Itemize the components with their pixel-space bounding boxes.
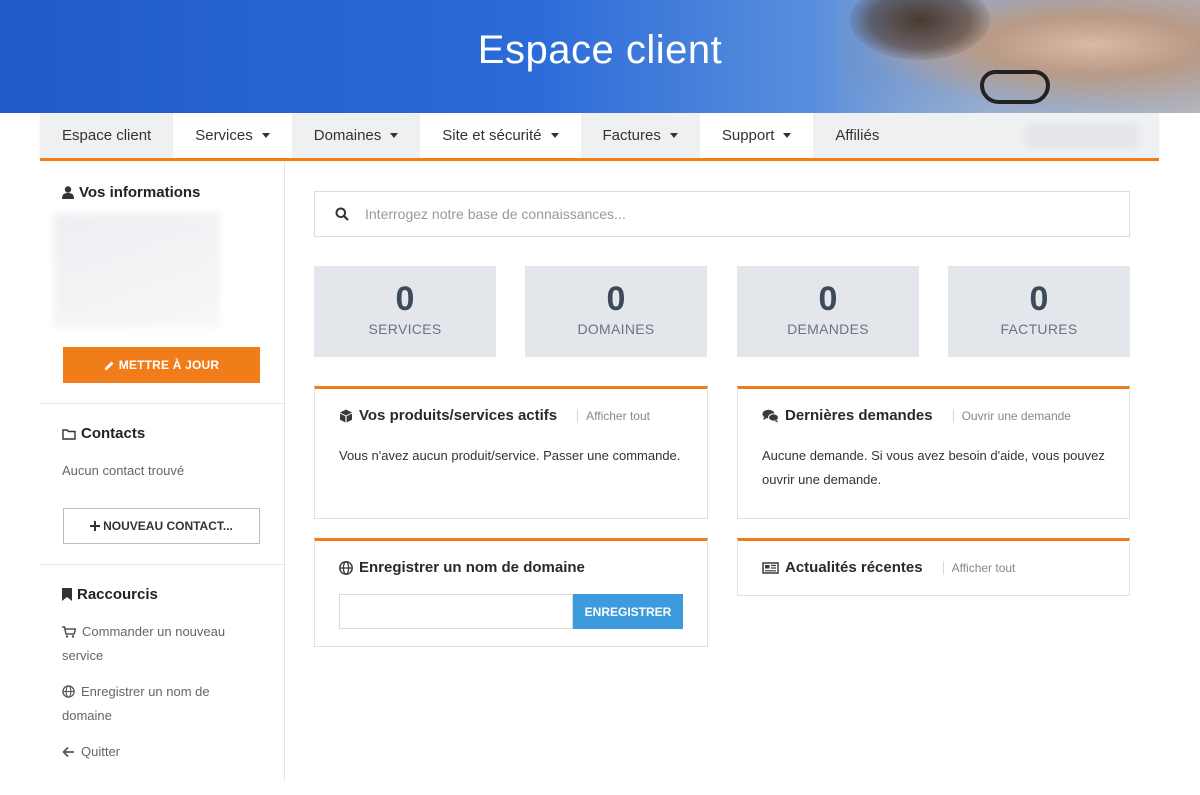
nav-label: Affiliés: [835, 127, 880, 144]
globe-icon: [339, 560, 353, 575]
page-title: Espace client: [477, 28, 723, 72]
account-menu[interactable]: [1004, 113, 1159, 158]
caret-down-icon: [390, 133, 399, 138]
newspaper-icon: [762, 561, 779, 574]
kb-search-input[interactable]: [365, 206, 1065, 222]
kb-search: [314, 191, 1130, 237]
info-title: Vos informations: [79, 184, 201, 201]
panel-title-text: Enregistrer un nom de domaine: [359, 559, 585, 576]
nav-item-domaines[interactable]: Domaines: [291, 113, 421, 158]
register-domain-button[interactable]: ENREGISTRER: [573, 594, 683, 629]
panel-title: Dernières demandes: [762, 407, 933, 424]
panel-title-text: Vos produits/services actifs: [359, 407, 558, 424]
nav-item-site-securite[interactable]: Site et sécurité: [420, 113, 580, 158]
nav-item-support[interactable]: Support: [700, 113, 814, 158]
contacts-empty: Aucun contact trouvé: [62, 463, 185, 478]
plus-icon: [90, 521, 101, 531]
caret-down-icon: [669, 133, 678, 138]
nav-item-espace-client[interactable]: Espace client: [40, 113, 174, 158]
globe-icon: [62, 685, 75, 698]
panel-title-text: Dernières demandes: [785, 407, 933, 424]
shortcut-label: Quitter: [81, 744, 121, 759]
info-heading: Vos informations: [62, 184, 200, 201]
nav-item-services[interactable]: Services: [173, 113, 292, 158]
nav-label: Services: [195, 127, 253, 144]
main-nav: Espace client Services Domaines Site et …: [40, 113, 1159, 161]
divider: [40, 403, 284, 404]
nav-item-affilies[interactable]: Affiliés: [813, 113, 902, 158]
folder-icon: [62, 428, 76, 440]
stat-label: DEMANDES: [787, 321, 869, 337]
user-icon: [62, 186, 74, 199]
account-name-blurred: [1025, 123, 1138, 148]
cube-icon: [340, 409, 352, 422]
banner-photo-glasses: [980, 70, 1050, 104]
sidebar: Vos informations METTRE À JOUR Contacts …: [40, 161, 285, 781]
stat-value: 0: [1029, 280, 1049, 318]
stat-value: 0: [818, 280, 838, 318]
stat-tile-domaines[interactable]: 0 DOMAINES: [525, 266, 707, 357]
stat-label: SERVICES: [368, 321, 442, 337]
panel-recent-news: Actualités récentes Afficher tout: [737, 538, 1130, 596]
view-all-products-link[interactable]: Afficher tout: [577, 408, 650, 423]
register-domain-button-label: ENREGISTRER: [584, 604, 672, 619]
cart-icon: [62, 626, 77, 638]
stat-tile-services[interactable]: 0 SERVICES: [314, 266, 496, 357]
stat-label: FACTURES: [1000, 321, 1078, 337]
panel-body: Vous n'avez aucun produit/service. Passe…: [339, 448, 681, 463]
caret-down-icon: [783, 133, 792, 138]
stat-label: DOMAINES: [577, 321, 655, 337]
panel-title: Actualités récentes: [762, 559, 923, 576]
panel-active-products: Vos produits/services actifs Afficher to…: [314, 386, 708, 519]
panel-title-text: Actualités récentes: [785, 559, 923, 576]
stat-value: 0: [395, 280, 415, 318]
panel-title: Vos produits/services actifs: [339, 407, 557, 424]
nav-label: Site et sécurité: [442, 127, 542, 144]
nav-label: Espace client: [62, 127, 152, 144]
shortcut-order-service[interactable]: Commander un nouveau service: [62, 620, 262, 668]
nav-label: Factures: [602, 127, 661, 144]
shortcut-label: Enregistrer un nom de domaine: [62, 684, 210, 723]
nav-spacer: [901, 113, 1004, 158]
search-icon: [335, 207, 349, 221]
contacts-heading: Contacts: [62, 425, 145, 442]
shortcuts-title: Raccourcis: [77, 586, 158, 603]
arrow-left-icon: [62, 746, 74, 758]
pencil-icon: [104, 361, 114, 370]
shortcut-register-domain[interactable]: Enregistrer un nom de domaine: [62, 680, 262, 728]
divider: [40, 564, 284, 565]
new-contact-button[interactable]: NOUVEAU CONTACT...: [63, 508, 260, 544]
nav-label: Support: [721, 127, 775, 144]
nav-label: Domaines: [313, 127, 382, 144]
open-ticket-link[interactable]: Ouvrir une demande: [952, 408, 1071, 423]
domain-input[interactable]: [339, 594, 573, 629]
shortcut-logout[interactable]: Quitter: [62, 740, 262, 764]
caret-down-icon: [261, 133, 270, 138]
panel-body: Aucune demande. Si vous avez besoin d'ai…: [762, 448, 1105, 487]
stat-tile-factures[interactable]: 0 FACTURES: [948, 266, 1130, 357]
shortcut-label: Commander un nouveau service: [62, 624, 226, 663]
panel-register-domain: Enregistrer un nom de domaine ENREGISTRE…: [314, 538, 708, 647]
nav-item-factures[interactable]: Factures: [580, 113, 700, 158]
header-banner: Espace client: [0, 0, 1200, 113]
contacts-title: Contacts: [81, 425, 146, 442]
caret-down-icon: [550, 133, 559, 138]
comments-icon: [762, 409, 779, 422]
view-all-news-link[interactable]: Afficher tout: [942, 560, 1015, 575]
update-button-label: METTRE À JOUR: [118, 358, 220, 372]
stat-value: 0: [606, 280, 626, 318]
panel-title: Enregistrer un nom de domaine: [339, 559, 585, 576]
shortcuts-heading: Raccourcis: [62, 586, 158, 603]
client-info-blurred: [54, 213, 220, 327]
stat-tile-demandes[interactable]: 0 DEMANDES: [737, 266, 919, 357]
bookmark-icon: [62, 588, 72, 601]
update-button[interactable]: METTRE À JOUR: [63, 347, 260, 383]
new-contact-label: NOUVEAU CONTACT...: [103, 519, 233, 533]
panel-recent-tickets: Dernières demandes Ouvrir une demande Au…: [737, 386, 1130, 519]
